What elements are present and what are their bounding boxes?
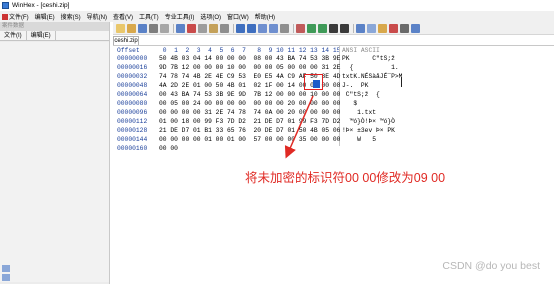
annotation-arrow: [284, 95, 314, 159]
csdn-watermark: CSDN @do you best: [442, 260, 540, 272]
annotation-text: 将未加密的标识符00 00修改为09 00: [245, 171, 446, 185]
